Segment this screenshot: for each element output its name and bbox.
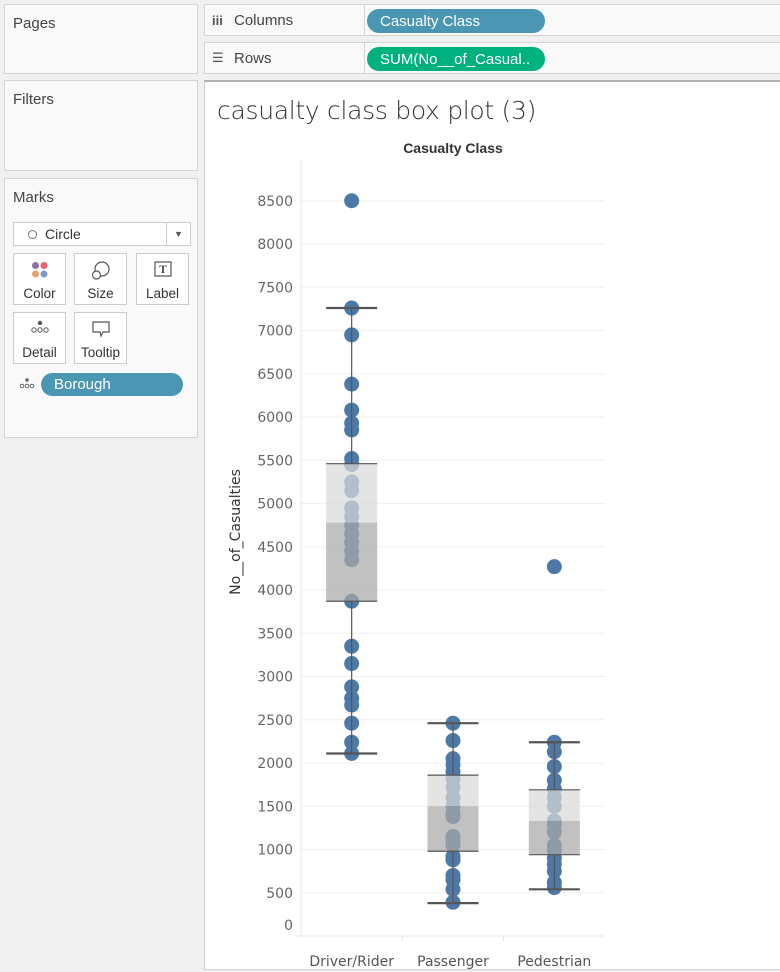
columns-icon: iii: [212, 12, 223, 28]
size-icon: [75, 261, 126, 281]
y-tick-label: 8000: [257, 237, 293, 253]
tooltip-icon: [75, 320, 126, 338]
columns-shelf-label: iii Columns: [205, 5, 365, 35]
circle-icon: [28, 229, 37, 239]
x-category-label: Passenger: [417, 954, 489, 970]
detail-field-row: Borough: [19, 373, 183, 396]
detail-label: Detail: [22, 345, 57, 360]
detail-icon: [19, 376, 35, 394]
y-tick-label: 4500: [257, 540, 293, 556]
rows-shelf-label: ☰ Rows: [205, 43, 365, 73]
y-tick-label: 500: [266, 886, 293, 902]
box-lower-half: [326, 522, 378, 602]
marks-title: Marks: [13, 189, 54, 206]
y-tick-label: 1000: [257, 843, 293, 859]
y-tick-label: 2500: [257, 713, 293, 729]
y-tick-label: 7500: [257, 280, 293, 296]
y-tick-label: 2000: [257, 756, 293, 772]
box-upper-half: [326, 463, 378, 523]
columns-label: Columns: [234, 11, 294, 29]
label-icon: T: [137, 261, 188, 277]
detail-icon: [14, 320, 65, 334]
detail-button[interactable]: Detail: [13, 312, 66, 364]
rows-shelf[interactable]: ☰ Rows SUM(No__of_Casual..: [204, 42, 780, 74]
column-header: Casualty Class: [403, 140, 503, 156]
box-group-driver-rider: [326, 193, 378, 761]
x-category-label: Driver/Rider: [309, 954, 394, 970]
size-label: Size: [87, 286, 114, 301]
y-tick-label: 4000: [257, 583, 293, 599]
rows-label: Rows: [234, 49, 272, 67]
box-upper-half: [528, 789, 580, 821]
box-lower-half: [528, 820, 580, 855]
y-tick-label: 8500: [257, 194, 293, 210]
y-tick-label: 5000: [257, 497, 293, 513]
box-lower-half: [427, 806, 479, 852]
box-group-passenger: [427, 715, 479, 910]
rows-icon: ☰: [212, 50, 224, 65]
worksheet-view: casualty class box plot (3) Casualty Cla…: [204, 80, 780, 970]
y-tick-label: 1500: [257, 799, 293, 815]
y-tick-label: 3500: [257, 626, 293, 642]
color-icon: [14, 261, 65, 279]
mark-type-label: Circle: [45, 226, 81, 242]
pages-title: Pages: [13, 15, 56, 32]
filters-title: Filters: [13, 91, 54, 108]
box-group-pedestrian: [528, 559, 580, 896]
label-button[interactable]: T Label: [136, 253, 189, 305]
columns-shelf[interactable]: iii Columns Casualty Class: [204, 4, 780, 36]
marks-card: Marks Circle ▼ Color Size T Label Detail…: [4, 178, 198, 438]
sum-casualties-pill[interactable]: SUM(No__of_Casual..: [367, 47, 545, 71]
box-upper-half: [427, 775, 479, 807]
size-button[interactable]: Size: [74, 253, 127, 305]
pages-pane[interactable]: Pages: [4, 4, 198, 74]
tooltip-label: Tooltip: [80, 345, 121, 360]
label-label: Label: [145, 286, 180, 301]
borough-pill[interactable]: Borough: [41, 373, 183, 396]
data-point[interactable]: [546, 559, 562, 575]
color-button[interactable]: Color: [13, 253, 66, 305]
data-point[interactable]: [344, 193, 360, 209]
color-label: Color: [23, 286, 56, 301]
y-tick-label: 6000: [257, 410, 293, 426]
y-tick-label: 3000: [257, 670, 293, 686]
x-category-label: Pedestrian: [517, 954, 591, 970]
y-axis-title: No__of_Casualties: [228, 469, 244, 595]
y-tick-label: 6500: [257, 367, 293, 383]
tooltip-button[interactable]: Tooltip: [74, 312, 127, 364]
svg-text:T: T: [159, 265, 167, 276]
box-plot-chart: Casualty Class No__of_Casualties 0 500 100…: [228, 140, 605, 970]
y-tick-label: 0: [284, 918, 293, 934]
y-tick-label: 7000: [257, 324, 293, 340]
chevron-down-icon[interactable]: ▼: [166, 223, 190, 245]
filters-pane[interactable]: Filters: [4, 80, 198, 171]
casualty-class-pill[interactable]: Casualty Class: [367, 9, 545, 33]
y-tick-label: 5500: [257, 453, 293, 469]
mark-type-dropdown[interactable]: Circle ▼: [13, 222, 191, 246]
